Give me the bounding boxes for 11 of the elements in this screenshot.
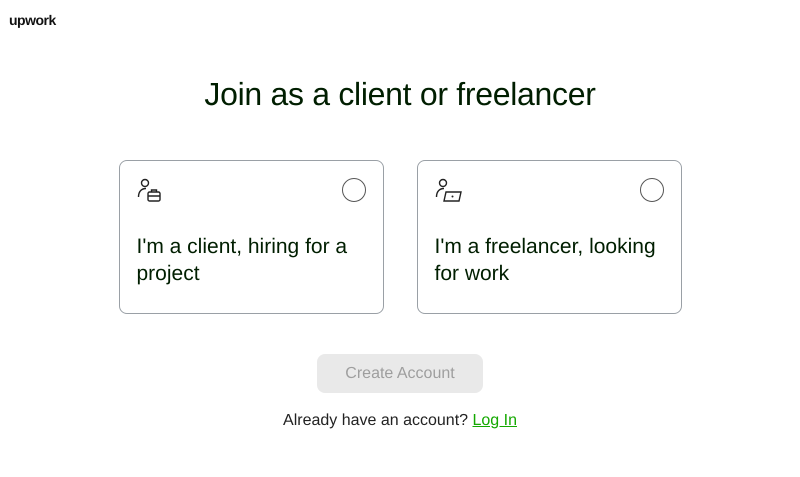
radio-button[interactable] bbox=[640, 178, 664, 202]
radio-button[interactable] bbox=[342, 178, 366, 202]
option-label: I'm a freelancer, looking for work bbox=[434, 234, 657, 287]
role-option-card[interactable]: I'm a freelancer, looking for work bbox=[416, 160, 682, 314]
page-title: Join as a client or freelancer bbox=[203, 76, 597, 113]
login-prompt: Already have an account? bbox=[283, 412, 468, 429]
logo[interactable]: upwork bbox=[9, 12, 56, 28]
person-briefcase-icon bbox=[136, 178, 162, 204]
option-label: I'm a client, hiring for a project bbox=[136, 234, 348, 287]
person-laptop-icon bbox=[434, 178, 462, 204]
role-option-card[interactable]: I'm a client, hiring for a project bbox=[118, 160, 384, 314]
